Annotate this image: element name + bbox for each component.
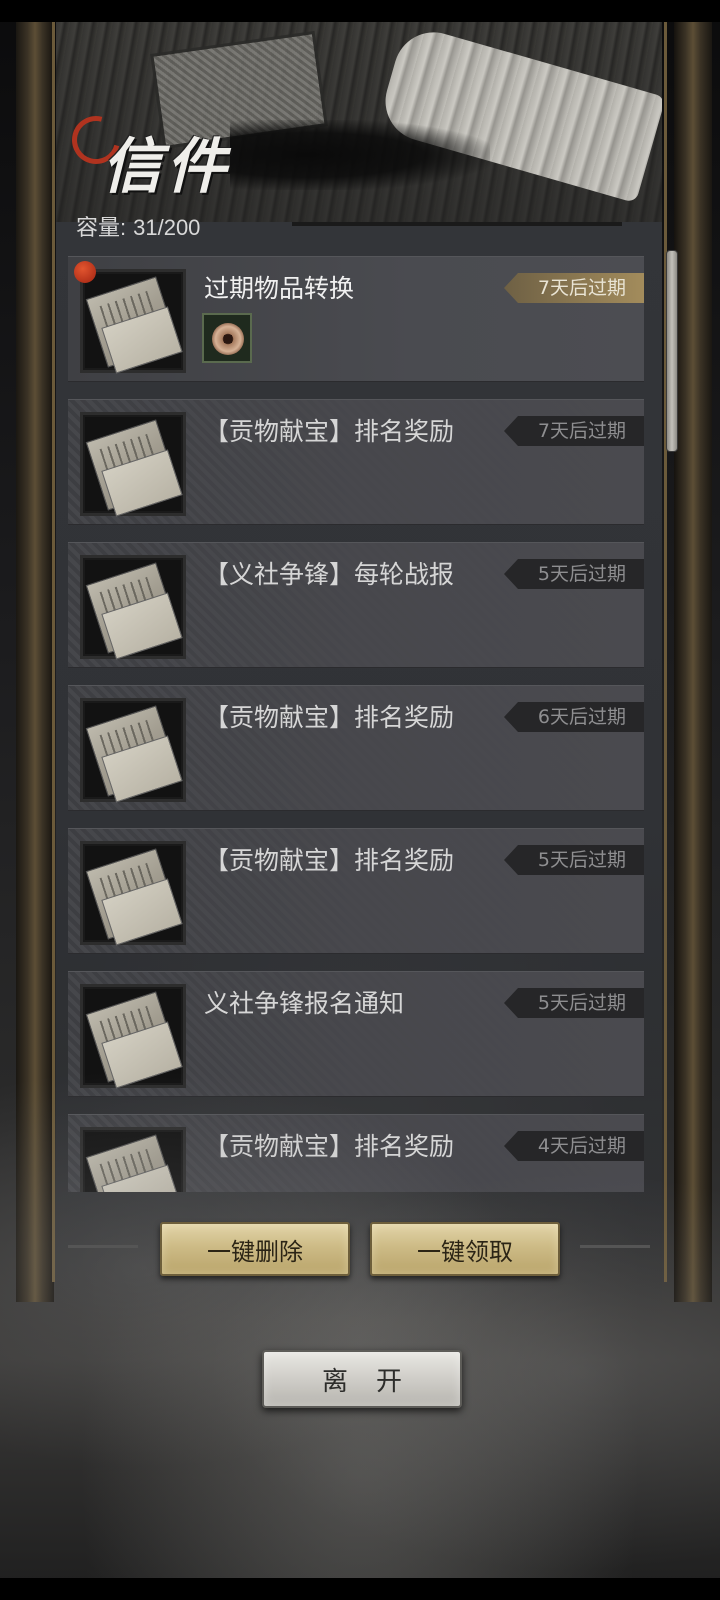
mail-title: 【贡物献宝】排名奖励 bbox=[204, 703, 455, 732]
page-title: 信件 bbox=[102, 132, 230, 202]
mail-item[interactable]: 【贡物献宝】排名奖励 7天后过期 bbox=[68, 399, 644, 525]
header-divider bbox=[292, 222, 622, 226]
button-divider-left bbox=[68, 1245, 138, 1248]
coin-icon bbox=[212, 323, 244, 355]
button-divider-right bbox=[580, 1245, 650, 1248]
letter-icon bbox=[80, 698, 186, 803]
mail-item[interactable]: 【贡物献宝】排名奖励 6天后过期 bbox=[68, 685, 644, 811]
letter-icon bbox=[80, 841, 186, 946]
mail-list[interactable]: 过期物品转换 7天后过期 【贡物献宝】排名奖励 7天后过期 【义社争锋】每轮战报 5天后过… bbox=[68, 256, 644, 1192]
letter-icon bbox=[80, 984, 186, 1089]
left-wooden-pole bbox=[16, 22, 54, 1302]
letter-icon bbox=[80, 269, 186, 374]
mail-title: 义社争锋报名通知 bbox=[204, 989, 405, 1018]
status-bar bbox=[0, 0, 720, 22]
letter-icon bbox=[80, 555, 186, 660]
letter-icon bbox=[80, 1127, 186, 1192]
ink-splash bbox=[230, 120, 490, 190]
mail-title: 过期物品转换 bbox=[204, 274, 355, 303]
letter-icon bbox=[80, 412, 186, 517]
left-pole-trim bbox=[52, 22, 55, 1282]
capacity-indicator: 容量: 31/200 bbox=[76, 210, 200, 242]
leave-button[interactable]: 离开 bbox=[262, 1350, 462, 1408]
expiry-badge: 6天后过期 bbox=[504, 702, 644, 732]
delete-all-button[interactable]: 一键删除 bbox=[160, 1222, 350, 1276]
capacity-label: 容量: bbox=[76, 215, 127, 240]
mail-item[interactable]: 【贡物献宝】排名奖励 4天后过期 bbox=[68, 1114, 644, 1192]
navigation-bar bbox=[0, 1578, 720, 1600]
attachment-slot[interactable] bbox=[202, 313, 252, 363]
expiry-badge: 5天后过期 bbox=[504, 845, 644, 875]
mail-item[interactable]: 义社争锋报名通知 5天后过期 bbox=[68, 971, 644, 1097]
mail-title: 【贡物献宝】排名奖励 bbox=[204, 1132, 455, 1161]
mail-title: 【贡物献宝】排名奖励 bbox=[204, 417, 455, 446]
scrollbar-thumb[interactable] bbox=[666, 250, 678, 452]
capacity-value: 31/200 bbox=[133, 215, 201, 240]
expiry-badge: 4天后过期 bbox=[504, 1131, 644, 1161]
expiry-badge: 7天后过期 bbox=[504, 416, 644, 446]
expiry-badge: 5天后过期 bbox=[504, 559, 644, 589]
mail-title: 【义社争锋】每轮战报 bbox=[204, 560, 455, 589]
mail-item[interactable]: 过期物品转换 7天后过期 bbox=[68, 256, 644, 382]
mail-item[interactable]: 【贡物献宝】排名奖励 5天后过期 bbox=[68, 828, 644, 954]
mail-screen: 信件 容量: 31/200 过期物品转换 7天后过期 【贡物献宝】排名奖励 7天后过期… bbox=[0, 0, 720, 1600]
expiry-badge: 5天后过期 bbox=[504, 988, 644, 1018]
right-pole-trim bbox=[664, 22, 667, 1282]
unread-dot-icon bbox=[74, 261, 96, 283]
right-wooden-pole bbox=[674, 22, 712, 1302]
mail-title: 【贡物献宝】排名奖励 bbox=[204, 846, 455, 875]
expiry-badge: 7天后过期 bbox=[504, 273, 644, 303]
claim-all-button[interactable]: 一键领取 bbox=[370, 1222, 560, 1276]
mail-item[interactable]: 【义社争锋】每轮战报 5天后过期 bbox=[68, 542, 644, 668]
